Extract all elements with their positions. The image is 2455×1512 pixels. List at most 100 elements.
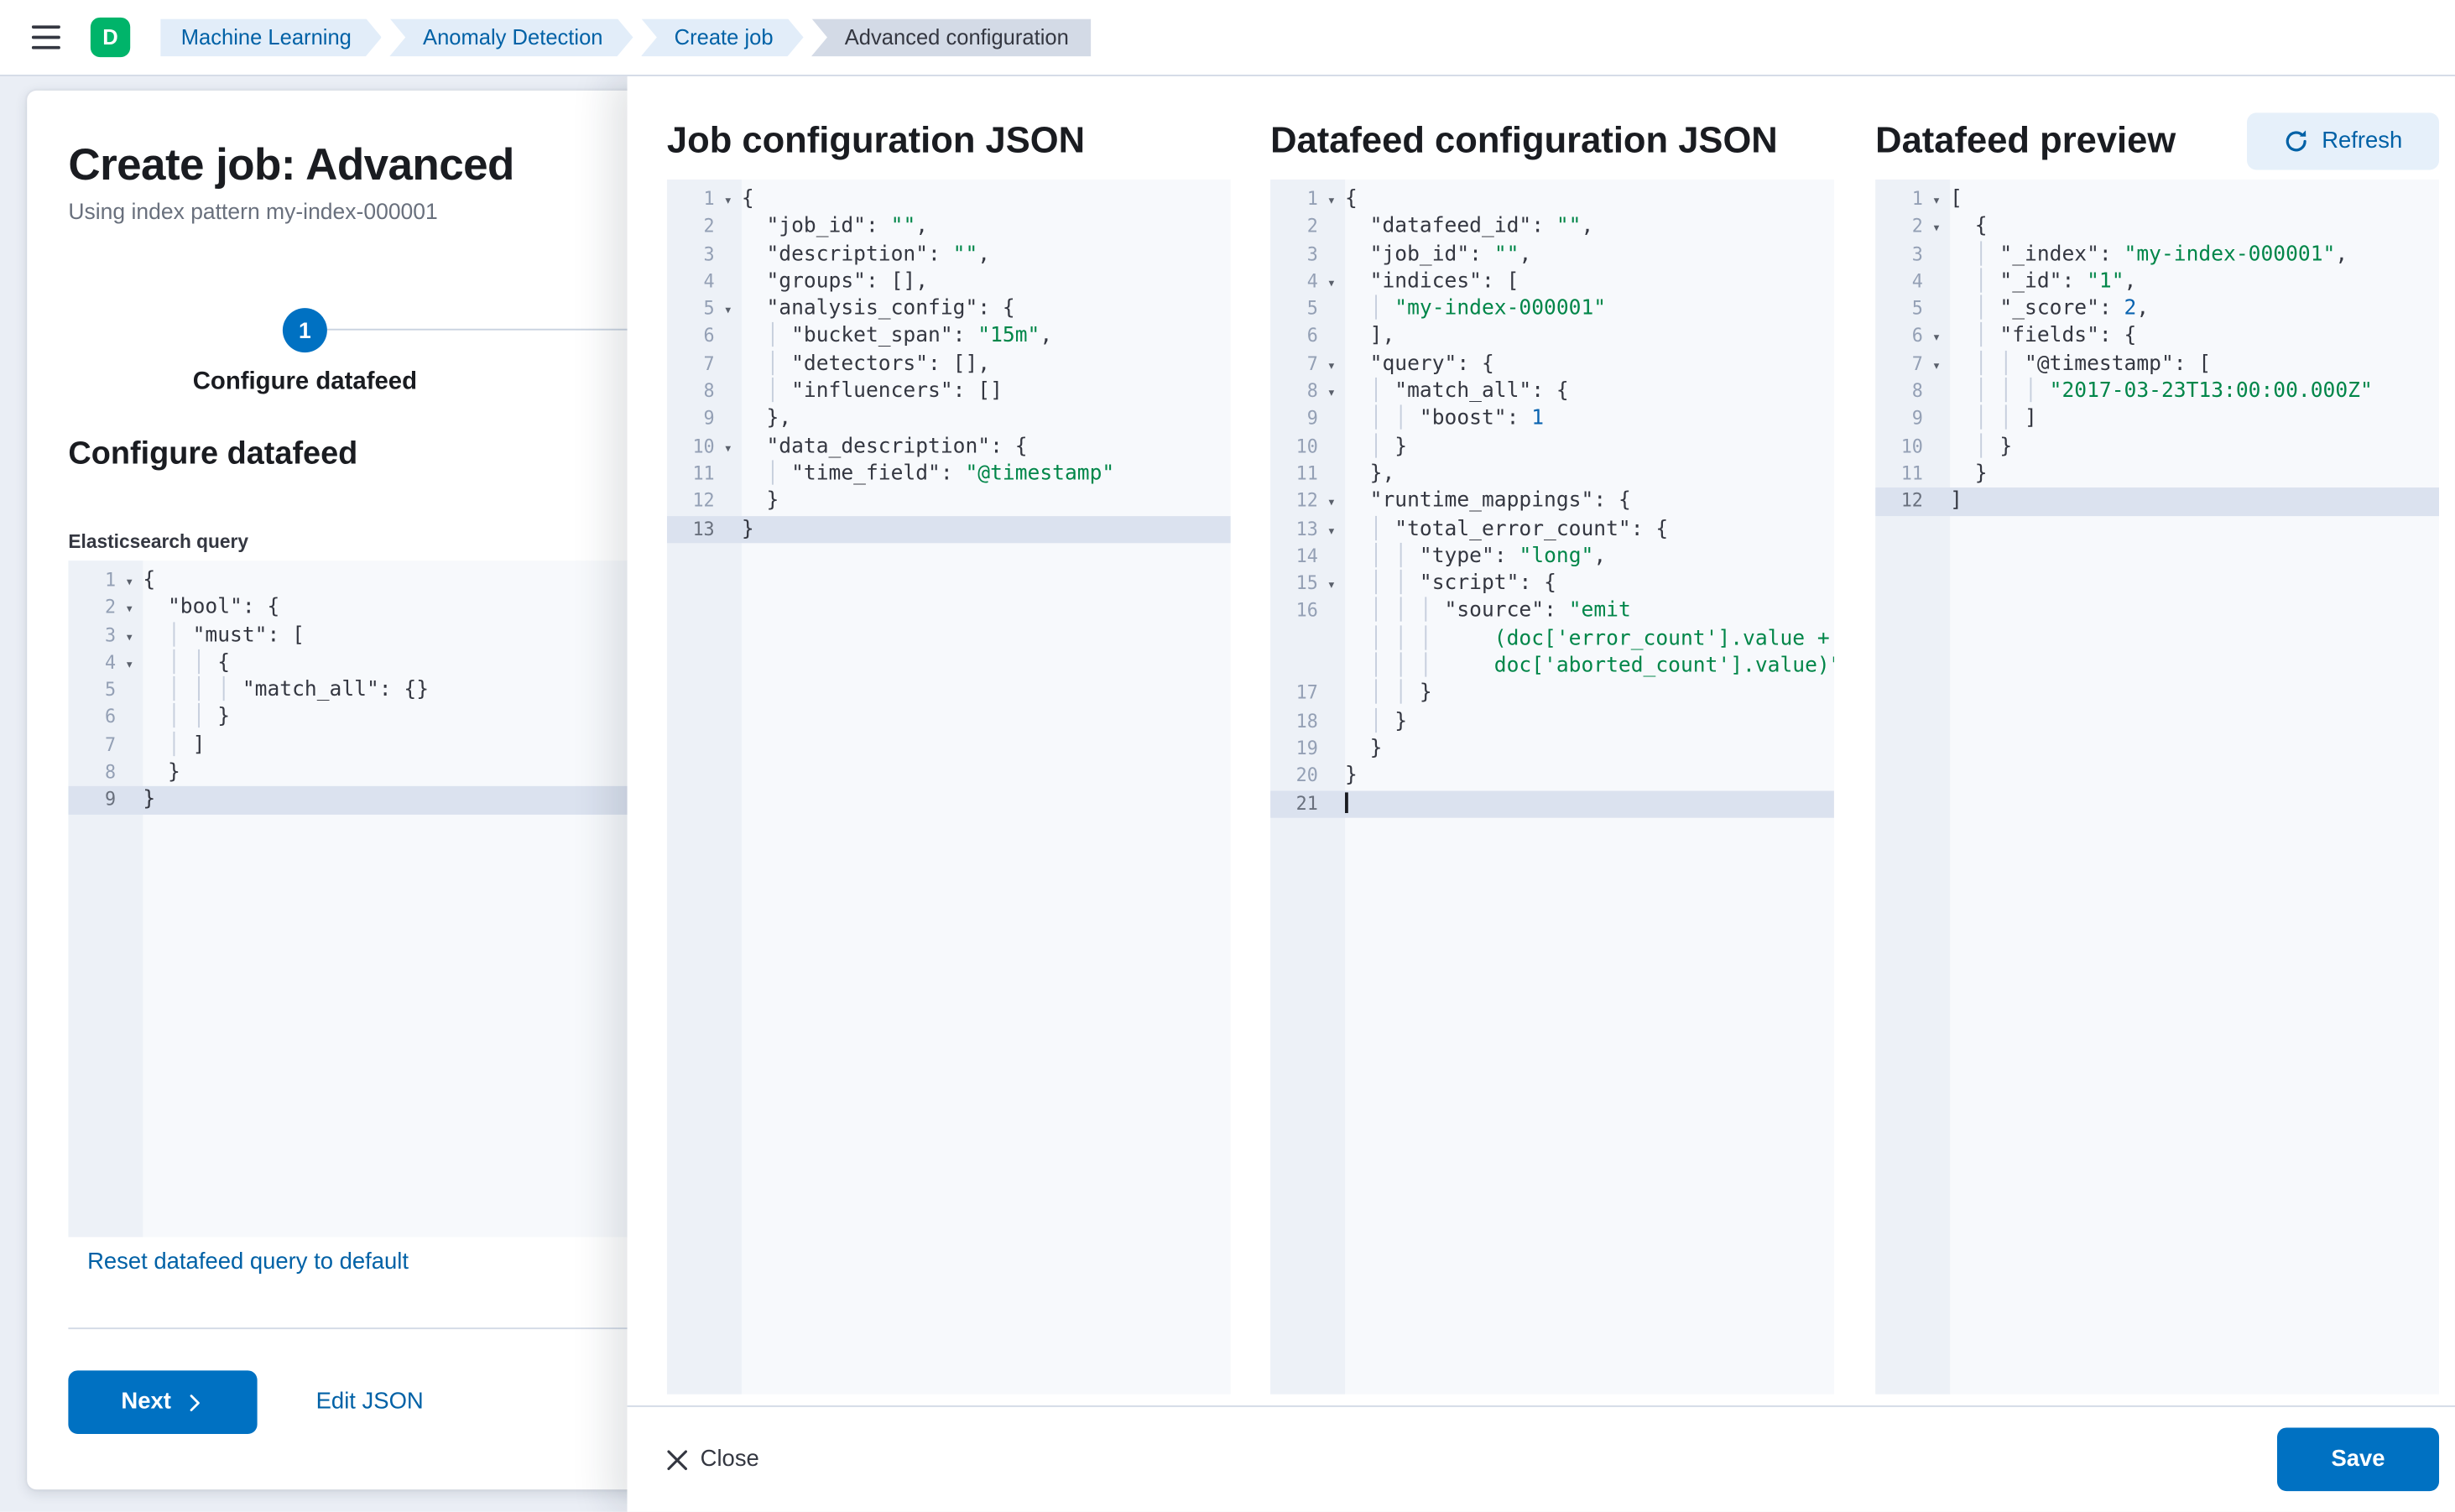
code-line[interactable]: 5▾ "analysis_config": { [667,295,1231,323]
menu-icon[interactable] [22,13,70,61]
fold-arrow-icon[interactable]: ▾ [116,625,143,653]
line-number: 4 [667,269,715,296]
code-line[interactable]: 8▾ │ "match_all": { [1270,378,1834,406]
code-line[interactable]: 5 │ "_score": 2, [1875,295,2439,323]
line-number: 4 [68,649,116,677]
fold-arrow-icon[interactable]: ▾ [1318,381,1345,409]
fold-arrow-icon[interactable]: ▾ [715,436,742,464]
code-line[interactable]: 20} [1270,763,1834,790]
fold-arrow-icon[interactable]: ▾ [116,653,143,680]
code-line[interactable]: 6 ], [1270,323,1834,351]
code-line[interactable]: 16 │ │ │ "source": "emit [1270,597,1834,625]
line-number: 4 [1270,269,1318,296]
line-number: 3 [1270,241,1318,269]
code-line[interactable]: 8 │ │ │ "2017-03-23T13:00:00.000Z" [1875,378,2439,406]
fold-arrow-icon[interactable]: ▾ [1923,216,1950,244]
breadcrumb-machine-learning[interactable]: Machine Learning [160,18,382,56]
code-line[interactable]: 6▾ │ "fields": { [1875,323,2439,351]
fold-arrow-icon[interactable]: ▾ [1318,354,1345,382]
code-line[interactable]: 4 "groups": [], [667,269,1231,296]
code-line[interactable]: 7 │ "detectors": [], [667,351,1231,378]
code-line[interactable]: 21 [1270,790,1834,818]
job-config-column: Job configuration JSON 1▾{2 "job_id": ""… [667,76,1231,1405]
breadcrumb-create-job[interactable]: Create job [641,18,804,56]
datafeed-config-editor[interactable]: 1▾{2 "datafeed_id": "",3 "job_id": "",4▾… [1270,180,1834,1395]
fold-arrow-icon[interactable]: ▾ [1923,189,1950,216]
save-button[interactable]: Save [2277,1427,2439,1491]
fold-arrow-icon[interactable]: ▾ [116,570,143,597]
fold-arrow-icon[interactable]: ▾ [1318,574,1345,602]
step-1-indicator[interactable]: 1 [283,308,327,352]
code-line[interactable]: 7▾ │ │ "@timestamp": [ [1875,351,2439,378]
code-line[interactable]: 11 }, [1270,461,1834,488]
refresh-button[interactable]: Refresh [2247,112,2439,169]
code-line[interactable]: 17 │ │ } [1270,680,1834,708]
code-line[interactable]: 13▾ │ "total_error_count": { [1270,515,1834,543]
edit-json-link[interactable]: Edit JSON [316,1370,424,1434]
fold-arrow-icon[interactable]: ▾ [116,597,143,625]
code-line[interactable]: 9 │ │ ] [1875,405,2439,433]
code-line[interactable]: 1▾[ [1875,185,2439,213]
datafeed-preview-title: Datafeed preview [1875,119,2176,162]
code-line[interactable]: 12] [1875,488,2439,516]
code-line[interactable]: 1▾{ [667,185,1231,213]
code-line[interactable]: 2 "datafeed_id": "", [1270,213,1834,241]
code-line[interactable]: 10 │ } [1270,433,1834,461]
fold-arrow-icon[interactable]: ▾ [1318,491,1345,519]
code-line[interactable]: 7▾ "query": { [1270,351,1834,378]
line-number: 5 [68,677,116,705]
fold-arrow-icon[interactable]: ▾ [1318,519,1345,546]
code-line[interactable]: 14 │ │ "type": "long", [1270,543,1834,571]
code-line[interactable]: 2▾ { [1875,213,2439,241]
reset-query-link[interactable]: Reset datafeed query to default [87,1249,409,1275]
line-number: 11 [1270,461,1318,488]
code-line[interactable]: 2 "job_id": "", [667,213,1231,241]
datafeed-config-title: Datafeed configuration JSON [1270,119,1778,162]
fold-arrow-icon[interactable]: ▾ [1923,326,1950,354]
line-number: 8 [667,378,715,406]
code-line[interactable]: │ │ │ doc['aborted_count'].value)" [1270,653,1834,680]
code-line[interactable]: 9 │ │ "boost": 1 [1270,405,1834,433]
code-line[interactable]: 11 │ "time_field": "@timestamp" [667,461,1231,488]
fold-arrow-icon[interactable]: ▾ [1923,354,1950,382]
code-line[interactable]: 12▾ "runtime_mappings": { [1270,488,1834,516]
code-line[interactable]: 3 "description": "", [667,241,1231,269]
line-number: 9 [1270,405,1318,433]
code-line[interactable]: 5 │ "my-index-000001" [1270,295,1834,323]
code-line[interactable]: 11 } [1875,461,2439,488]
code-line[interactable]: 13} [667,515,1231,543]
line-number: 4 [1875,269,1923,296]
breadcrumb-anomaly-detection[interactable]: Anomaly Detection [389,18,633,56]
datafeed-preview-editor[interactable]: 1▾[2▾ {3 │ "_index": "my-index-000001",4… [1875,180,2439,1395]
code-line[interactable]: 12 } [667,488,1231,516]
code-line[interactable]: 8 │ "influencers": [] [667,378,1231,406]
code-line[interactable]: 6 │ "bucket_span": "15m", [667,323,1231,351]
code-line[interactable]: 10 │ } [1875,433,2439,461]
code-line[interactable]: 3 "job_id": "", [1270,241,1834,269]
job-config-editor[interactable]: 1▾{2 "job_id": "",3 "description": "",4 … [667,180,1231,1395]
fold-arrow-icon[interactable]: ▾ [1318,271,1345,299]
user-avatar[interactable]: D [91,18,130,57]
line-number: 8 [1270,378,1318,406]
code-line[interactable]: 10▾ "data_description": { [667,433,1231,461]
code-line[interactable]: 19 } [1270,735,1834,763]
line-number: 14 [1270,543,1318,571]
line-number: 10 [667,433,715,461]
fold-arrow-icon[interactable]: ▾ [715,299,742,326]
line-number: 2 [1875,213,1923,241]
es-query-label: Elasticsearch query [68,530,248,552]
line-number: 18 [1270,707,1318,735]
fold-arrow-icon[interactable]: ▾ [715,189,742,216]
code-line[interactable]: 1▾{ [1270,185,1834,213]
fold-arrow-icon[interactable]: ▾ [1318,189,1345,216]
code-line[interactable]: │ │ │ (doc['error_count'].value + [1270,625,1834,653]
line-number: 9 [1875,405,1923,433]
code-line[interactable]: 18 │ } [1270,707,1834,735]
code-line[interactable]: 4▾ "indices": [ [1270,269,1834,296]
code-line[interactable]: 3 │ "_index": "my-index-000001", [1875,241,2439,269]
next-button[interactable]: Next [68,1370,257,1434]
close-button[interactable]: Close [667,1447,759,1472]
code-line[interactable]: 4 │ "_id": "1", [1875,269,2439,296]
code-line[interactable]: 15▾ │ │ "script": { [1270,571,1834,598]
code-line[interactable]: 9 }, [667,405,1231,433]
